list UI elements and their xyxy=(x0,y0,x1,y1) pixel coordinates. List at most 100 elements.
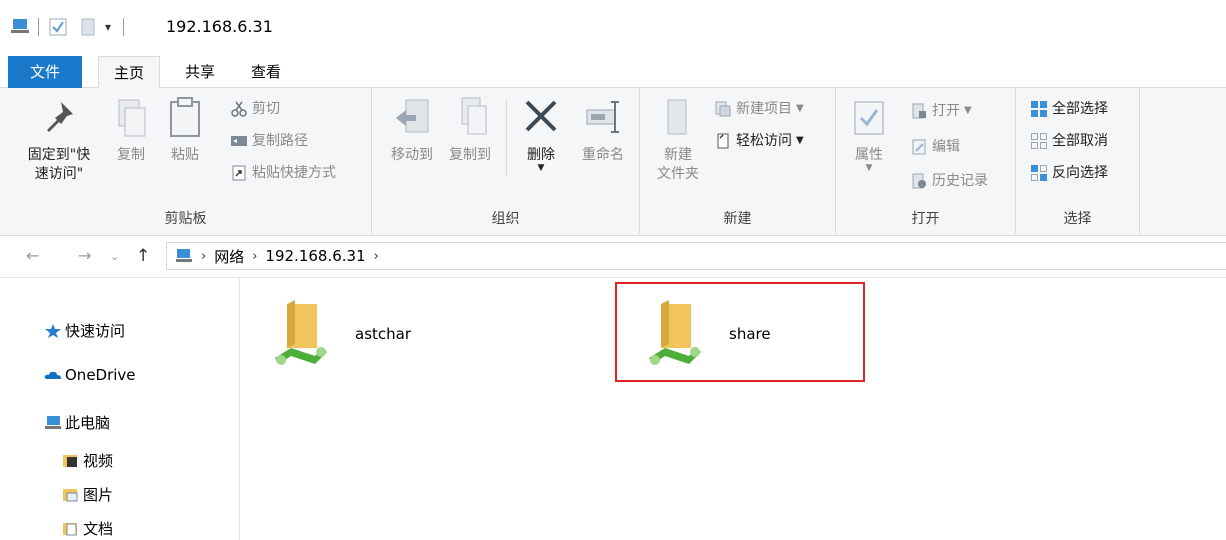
new-item-label: 新建项目 xyxy=(736,101,792,117)
toolbar-separator xyxy=(38,18,39,36)
up-arrow-icon[interactable]: ↑ xyxy=(136,246,150,266)
edit-label: 编辑 xyxy=(932,139,960,155)
paste-button[interactable]: 粘贴 xyxy=(162,96,208,165)
copy-path-label: 复制路径 xyxy=(252,133,308,149)
easy-access-button[interactable]: 轻松访问 ▼ xyxy=(714,130,804,152)
history-label: 历史记录 xyxy=(932,173,988,189)
select-group-label: 选择 xyxy=(1063,211,1092,227)
document-folder-icon xyxy=(62,521,80,537)
network-location-icon xyxy=(175,248,193,264)
star-icon xyxy=(44,323,62,339)
new-item-dropdown-icon: ▼ xyxy=(796,103,804,114)
properties-check-icon[interactable] xyxy=(49,18,67,36)
nav-item-quick-access[interactable]: 快速访问 xyxy=(44,320,125,341)
pin-label-line1: 固定到"快 xyxy=(27,147,91,163)
new-group-label: 新建 xyxy=(723,211,752,227)
history-icon xyxy=(910,172,928,190)
select-none-button[interactable]: 全部取消 xyxy=(1030,130,1108,152)
nav-item-pictures[interactable]: 图片 xyxy=(62,484,113,505)
pin-to-quick-access-button[interactable]: 固定到"快 速访问" xyxy=(14,96,104,184)
tab-home[interactable]: 主页 xyxy=(98,56,160,89)
properties-button[interactable]: 属性 ▼ xyxy=(846,96,892,173)
back-arrow-icon[interactable]: ← xyxy=(26,246,39,265)
organize-group-label: 组织 xyxy=(491,211,520,227)
new-folder-button[interactable]: 新建 文件夹 xyxy=(650,96,706,184)
breadcrumb-network[interactable]: 网络 xyxy=(214,246,244,267)
breadcrumb-separator-icon[interactable]: › xyxy=(201,249,206,264)
breadcrumb-host[interactable]: 192.168.6.31 xyxy=(265,247,365,265)
cut-button[interactable]: 剪切 xyxy=(230,98,280,120)
toolbar-separator xyxy=(123,18,125,36)
forward-arrow-icon[interactable]: → xyxy=(78,246,91,265)
select-none-label: 全部取消 xyxy=(1052,133,1108,149)
ribbon: 固定到"快 速访问" 复制 粘贴 剪切 复制路径 粘贴快捷方式 剪贴板 移动到 … xyxy=(0,88,1226,236)
paste-label: 粘贴 xyxy=(171,147,199,163)
easy-access-label: 轻松访问 xyxy=(736,133,792,149)
new-folder-small-icon[interactable] xyxy=(81,18,95,36)
new-folder-label-line1: 新建 xyxy=(664,147,692,163)
copy-to-button[interactable]: 复制到 xyxy=(442,96,498,165)
select-all-icon xyxy=(1030,100,1048,118)
open-group: 属性 ▼ 打开 ▼ 编辑 历史记录 打开 xyxy=(836,88,1016,234)
nav-label-this-pc: 此电脑 xyxy=(65,414,111,432)
clipboard-group: 固定到"快 速访问" 复制 粘贴 剪切 复制路径 粘贴快捷方式 剪贴板 xyxy=(0,88,372,234)
delete-button[interactable]: 删除 ▼ xyxy=(516,96,566,173)
new-folder-label-line2: 文件夹 xyxy=(657,166,699,182)
network-folder-icon xyxy=(271,300,331,368)
nav-item-documents[interactable]: 文档 xyxy=(62,518,113,539)
move-to-button[interactable]: 移动到 xyxy=(384,96,440,165)
nav-item-this-pc[interactable]: 此电脑 xyxy=(44,412,110,433)
copy-to-icon xyxy=(450,96,490,140)
properties-icon xyxy=(849,96,889,140)
select-all-button[interactable]: 全部选择 xyxy=(1030,98,1108,120)
tab-view[interactable]: 查看 xyxy=(240,56,292,88)
invert-selection-icon xyxy=(1030,164,1048,182)
address-bar[interactable]: › 网络 › 192.168.6.31 › xyxy=(166,242,1226,270)
nav-label-videos: 视频 xyxy=(83,452,114,470)
move-to-icon xyxy=(392,96,432,140)
pin-label-line2: 速访问" xyxy=(34,166,84,182)
paste-shortcut-button[interactable]: 粘贴快捷方式 xyxy=(230,162,336,184)
tab-file[interactable]: 文件 xyxy=(8,56,82,88)
new-group: 新建 文件夹 新建项目 ▼ 轻松访问 ▼ 新建 xyxy=(640,88,836,234)
tab-share[interactable]: 共享 xyxy=(174,56,226,88)
invert-selection-button[interactable]: 反向选择 xyxy=(1030,162,1108,184)
nav-item-videos[interactable]: 视频 xyxy=(62,450,113,471)
rename-label: 重命名 xyxy=(582,147,624,163)
move-to-label: 移动到 xyxy=(391,147,433,163)
copy-button[interactable]: 复制 xyxy=(108,96,154,165)
window-title: 192.168.6.31 xyxy=(166,17,273,36)
properties-dropdown-icon[interactable]: ▼ xyxy=(846,164,892,173)
breadcrumb-separator-icon[interactable]: › xyxy=(374,249,379,264)
customize-toolbar-dropdown-icon[interactable]: ▾ xyxy=(105,20,111,34)
ribbon-tabs: 文件 主页 共享 查看 xyxy=(0,56,1226,89)
paste-shortcut-label: 粘贴快捷方式 xyxy=(252,165,336,181)
copy-path-button[interactable]: 复制路径 xyxy=(230,130,308,152)
open-group-label: 打开 xyxy=(911,211,940,227)
open-button[interactable]: 打开 ▼ xyxy=(910,100,972,122)
edit-icon xyxy=(910,138,928,156)
rename-button[interactable]: 重命名 xyxy=(574,96,632,165)
edit-button[interactable]: 编辑 xyxy=(910,136,960,158)
copy-icon xyxy=(111,96,151,140)
nav-item-onedrive[interactable]: OneDrive xyxy=(44,366,136,384)
organize-group: 移动到 复制到 删除 ▼ 重命名 组织 xyxy=(372,88,640,234)
recent-locations-chevron-icon[interactable]: ⌄ xyxy=(110,250,119,263)
easy-access-dropdown-icon: ▼ xyxy=(796,135,804,146)
history-button[interactable]: 历史记录 xyxy=(910,170,988,192)
clipboard-group-label: 剪贴板 xyxy=(164,211,207,227)
breadcrumb-separator-icon[interactable]: › xyxy=(252,249,257,264)
copy-path-icon xyxy=(230,132,248,150)
title-bar: ▾ 192.168.6.31 xyxy=(0,0,1226,56)
nav-label-onedrive: OneDrive xyxy=(65,366,136,384)
picture-folder-icon xyxy=(62,487,80,503)
highlight-box xyxy=(615,282,865,382)
new-item-button[interactable]: 新建项目 ▼ xyxy=(714,98,804,120)
delete-dropdown-icon[interactable]: ▼ xyxy=(516,164,566,173)
paste-icon xyxy=(165,96,205,140)
select-group: 全部选择 全部取消 反向选择 选择 xyxy=(1016,88,1140,234)
open-label: 打开 xyxy=(932,103,960,119)
share-name: astchar xyxy=(355,325,412,343)
network-share-item[interactable]: astchar xyxy=(271,300,411,368)
delete-x-icon xyxy=(521,96,561,140)
